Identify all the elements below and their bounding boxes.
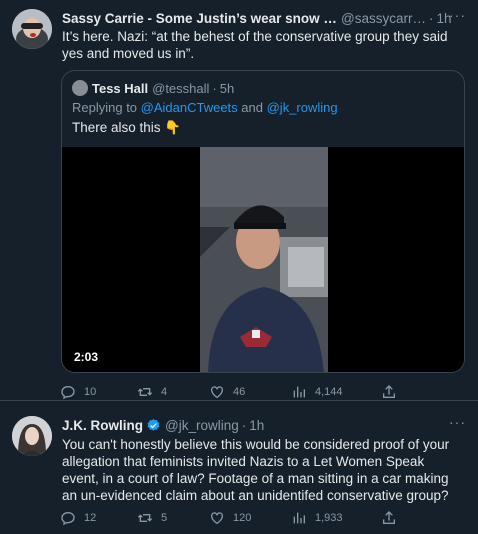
author-name[interactable]: Sassy Carrie - Some Justin’s wear snow g…	[62, 11, 337, 26]
views-button[interactable]: 4,144	[291, 384, 343, 400]
quote-avatar	[72, 80, 88, 96]
author-handle[interactable]: @sassycarr…	[341, 11, 426, 26]
verified-badge-icon	[147, 418, 160, 431]
video-duration: 2:03	[74, 350, 99, 364]
like-button[interactable]: 120	[209, 510, 251, 526]
divider	[0, 400, 478, 401]
retweet-count: 5	[161, 512, 168, 524]
views-count: 1,933	[315, 512, 343, 524]
quoted-tweet[interactable]: Tess Hall @tesshall · 5h Replying to @Ai…	[61, 70, 465, 373]
tweet-header: J.K. Rowling @jk_rowling · 1h	[62, 416, 466, 434]
heart-icon	[211, 386, 223, 399]
quote-text-row: There also this 👇	[72, 120, 181, 136]
views-chart-icon	[293, 386, 305, 398]
share-icon	[383, 385, 395, 398]
quote-author-handle: @tesshall	[152, 80, 210, 96]
video-thumbnail	[200, 147, 328, 372]
retweet-button[interactable]: 5	[137, 510, 167, 526]
author-name[interactable]: J.K. Rowling	[62, 418, 143, 433]
tweet-text: You can't honestly believe this would be…	[62, 437, 450, 503]
separator-dot: ·	[212, 80, 217, 96]
views-chart-icon	[293, 512, 305, 524]
author-handle[interactable]: @jk_rowling	[165, 418, 239, 433]
share-button[interactable]	[381, 510, 405, 526]
like-count: 120	[233, 512, 252, 524]
video-player[interactable]: 2:03	[62, 147, 464, 372]
quote-timestamp: 5h	[219, 80, 235, 96]
tweet-actions: 10 4 46 4,144	[56, 382, 416, 402]
retweet-button[interactable]: 4	[137, 384, 167, 400]
more-options-icon[interactable]: ···	[449, 7, 466, 23]
retweet-icon	[137, 514, 153, 522]
reply-button[interactable]: 12	[60, 510, 96, 526]
tweet-jk-rowling[interactable]: J.K. Rowling @jk_rowling · 1h ··· You ca…	[0, 402, 478, 534]
views-count: 4,144	[315, 386, 343, 398]
quote-author-name: Tess Hall	[92, 80, 149, 96]
replying-prefix: Replying to	[72, 100, 141, 115]
reply-count: 10	[84, 386, 97, 398]
retweet-count: 4	[161, 386, 168, 398]
quote-text: There also this	[72, 120, 161, 135]
avatar[interactable]	[12, 9, 52, 49]
timestamp[interactable]: 1h	[249, 418, 264, 433]
tweet-sassy-carrie[interactable]: Sassy Carrie - Some Justin’s wear snow g…	[0, 0, 478, 400]
share-button[interactable]	[381, 384, 405, 400]
tweet-header: Sassy Carrie - Some Justin’s wear snow g…	[62, 9, 466, 27]
separator-dot: ·	[428, 10, 434, 26]
reply-count: 12	[84, 512, 97, 524]
like-count: 46	[233, 386, 246, 398]
replying-and: and	[237, 100, 267, 115]
tweet-text: It’s here. Nazi: “at the behest of the c…	[62, 29, 448, 61]
pointing-down-emoji: 👇	[164, 120, 182, 135]
replying-to: Replying to @AidanCTweets and @jk_rowlin…	[72, 100, 338, 115]
more-options-icon[interactable]: ···	[449, 414, 466, 430]
mention-link[interactable]: @jk_rowling	[267, 100, 338, 115]
views-button[interactable]: 1,933	[291, 510, 343, 526]
heart-icon	[211, 512, 223, 525]
retweet-icon	[137, 388, 153, 396]
reply-button[interactable]: 10	[60, 384, 96, 400]
avatar[interactable]	[12, 416, 52, 456]
separator-dot: ·	[241, 417, 247, 433]
reply-icon	[61, 385, 75, 400]
like-button[interactable]: 46	[209, 384, 245, 400]
mention-link[interactable]: @AidanCTweets	[141, 100, 238, 115]
tweet-actions: 12 5 120 1,933	[56, 508, 416, 528]
quote-header: Tess Hall @tesshall · 5h	[72, 80, 234, 96]
share-icon	[383, 511, 395, 524]
reply-icon	[61, 511, 75, 526]
